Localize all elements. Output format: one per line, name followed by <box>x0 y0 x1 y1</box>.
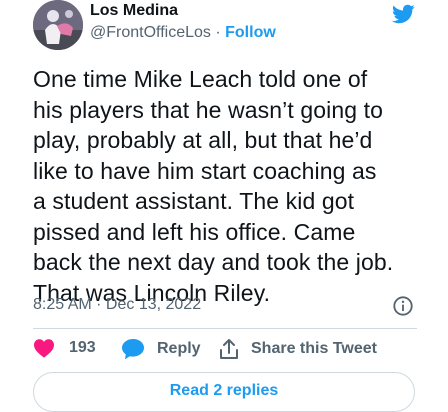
read-replies-button[interactable]: Read 2 replies <box>33 372 415 412</box>
author-handle-row: @FrontOfficeLos · Follow <box>90 24 276 42</box>
author-handle[interactable]: @FrontOfficeLos <box>90 24 211 41</box>
separator-dot: · <box>215 24 221 41</box>
share-label: Share this Tweet <box>251 340 377 357</box>
follow-button[interactable]: Follow <box>225 24 276 41</box>
twitter-bird-icon[interactable] <box>389 2 417 26</box>
action-bar: 193 Reply Share this Tweet <box>33 338 417 364</box>
divider <box>33 328 417 329</box>
author-name[interactable]: Los Medina <box>90 2 178 20</box>
like-button[interactable]: 193 <box>33 338 96 358</box>
reply-button[interactable]: Reply <box>121 338 201 360</box>
share-button[interactable]: Share this Tweet <box>219 338 377 360</box>
like-count: 193 <box>69 339 96 356</box>
share-icon <box>220 339 238 359</box>
tweet-timestamp[interactable]: 8:25 AM · Dec 13, 2022 <box>33 296 201 314</box>
reply-label: Reply <box>157 340 201 357</box>
speech-bubble-icon <box>122 339 144 360</box>
tweet-text: One time Mike Leach told one of his play… <box>33 66 394 306</box>
tweet-card: Los Medina @FrontOfficeLos · Follow One … <box>0 0 448 412</box>
avatar[interactable] <box>33 0 83 50</box>
info-icon[interactable] <box>392 295 414 317</box>
heart-icon <box>34 339 54 358</box>
